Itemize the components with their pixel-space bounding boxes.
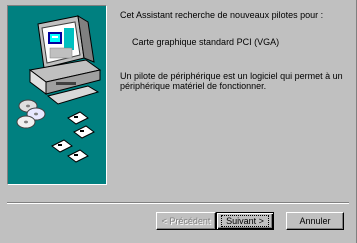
cancel-button[interactable]: Annuler xyxy=(286,212,344,230)
wizard-dialog: Cet Assistant recherche de nouveaux pilo… xyxy=(0,0,357,243)
intro-text: Cet Assistant recherche de nouveaux pilo… xyxy=(120,10,324,20)
previous-button[interactable]: < Précédent xyxy=(156,212,216,230)
next-button-label: Suivant > xyxy=(221,215,269,227)
description-line-1: Un pilote de périphérique est un logicie… xyxy=(120,71,343,81)
floppy-disk-icon xyxy=(51,111,95,163)
next-button[interactable]: Suivant > xyxy=(216,212,274,230)
device-name: Carte graphique standard PCI (VGA) xyxy=(132,37,280,47)
description-line-2: périphérique matériel de fonctionner. xyxy=(120,81,267,91)
separator-highlight xyxy=(7,203,349,204)
wizard-illustration xyxy=(7,5,107,185)
